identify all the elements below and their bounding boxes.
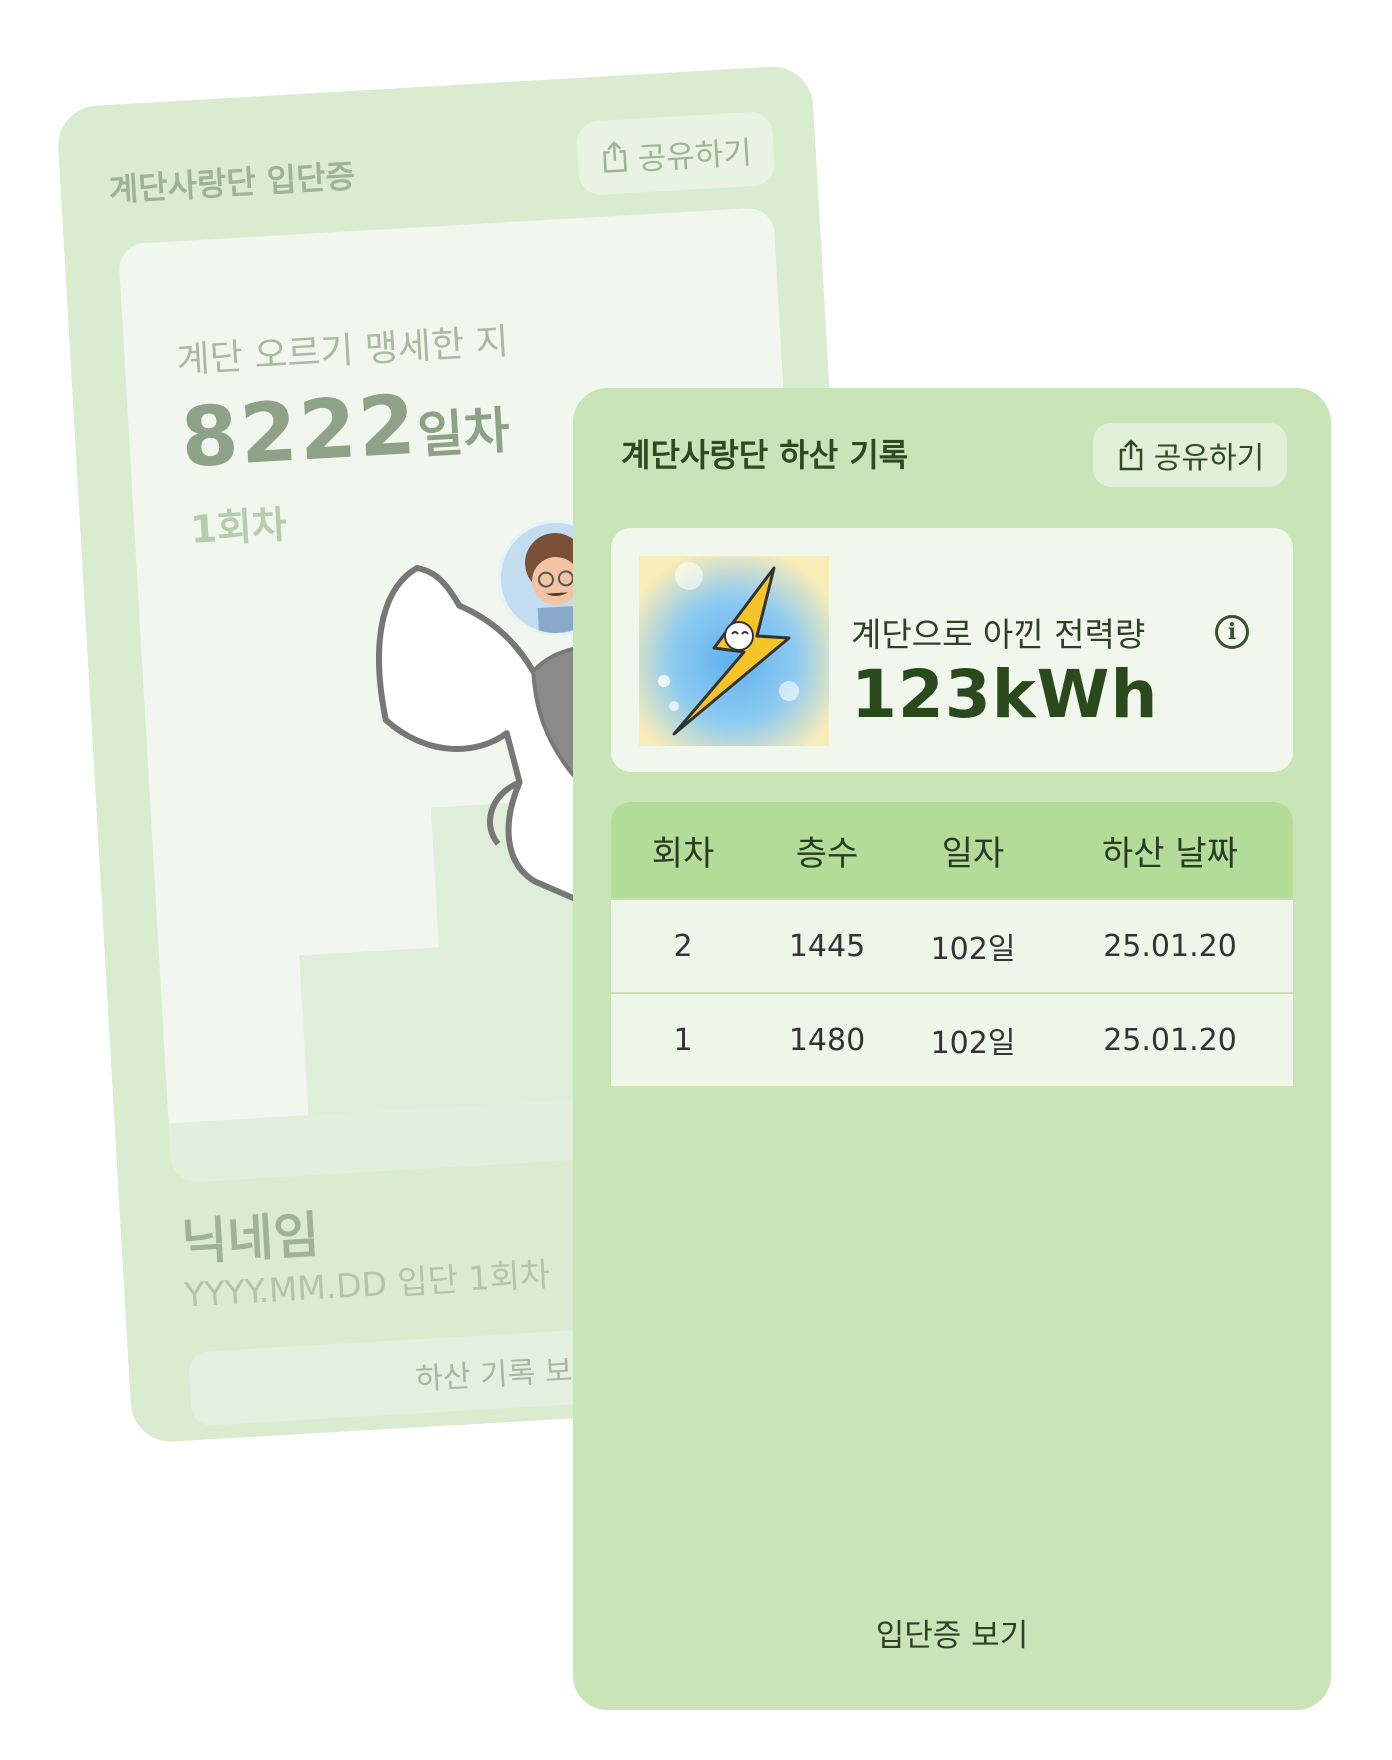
info-icon[interactable]: i <box>1215 615 1249 649</box>
round-label: 1회차 <box>189 502 288 552</box>
climb-label: 계단 오르기 맹세한 지 <box>175 321 510 382</box>
power-saved-label: 계단으로 아낀 전력량 <box>851 615 1146 654</box>
membership-share-button[interactable]: 공유하기 <box>575 110 776 196</box>
share-label: 공유하기 <box>636 134 753 178</box>
cell-round: 2 <box>673 928 693 964</box>
days-number: 8222 <box>178 377 420 487</box>
cell-floors: 1480 <box>788 1022 866 1058</box>
membership-card-title: 계단사랑단 입단증 <box>107 156 357 210</box>
cell-descent-date: 25.01.20 <box>1103 1022 1237 1058</box>
table-row: 1 1480 102일 25.01.20 <box>611 992 1293 1086</box>
share-icon <box>603 141 627 173</box>
lightning-image <box>639 556 829 746</box>
table-row: 2 1445 102일 25.01.20 <box>611 898 1293 992</box>
header-floors: 층수 <box>795 833 859 874</box>
cell-days: 102일 <box>930 1026 1016 1061</box>
lightning-icon <box>639 556 829 746</box>
view-membership-card-link[interactable]: 입단증 보기 <box>573 1610 1331 1655</box>
power-saved-card: 계단으로 아낀 전력량 123kWh i <box>611 528 1293 772</box>
share-button[interactable]: 공유하기 <box>1093 423 1287 487</box>
share-label: 공유하기 <box>1153 441 1265 476</box>
descent-record-title: 계단사랑단 하산 기록 <box>621 436 909 474</box>
cell-days: 102일 <box>930 932 1016 967</box>
power-saved-value: 123kWh <box>851 656 1159 733</box>
header-descent-date: 하산 날짜 <box>1102 833 1238 874</box>
descent-record-card: 계단사랑단 하산 기록 공유하기 계단으로 아낀 전력량 123kWh i 회차… <box>573 388 1331 1710</box>
cell-floors: 1445 <box>788 928 866 964</box>
cell-descent-date: 25.01.20 <box>1103 928 1237 964</box>
days-unit: 일차 <box>416 401 512 465</box>
table-header: 회차 층수 일자 하산 날짜 <box>611 802 1293 898</box>
days-count: 8222일차 <box>178 373 512 487</box>
cell-round: 1 <box>673 1022 693 1058</box>
header-round: 회차 <box>651 833 715 874</box>
descent-record-table: 회차 층수 일자 하산 날짜 2 1445 102일 25.01.20 1 14… <box>611 802 1293 1086</box>
share-icon <box>1119 439 1143 471</box>
header-days: 일자 <box>941 833 1005 874</box>
